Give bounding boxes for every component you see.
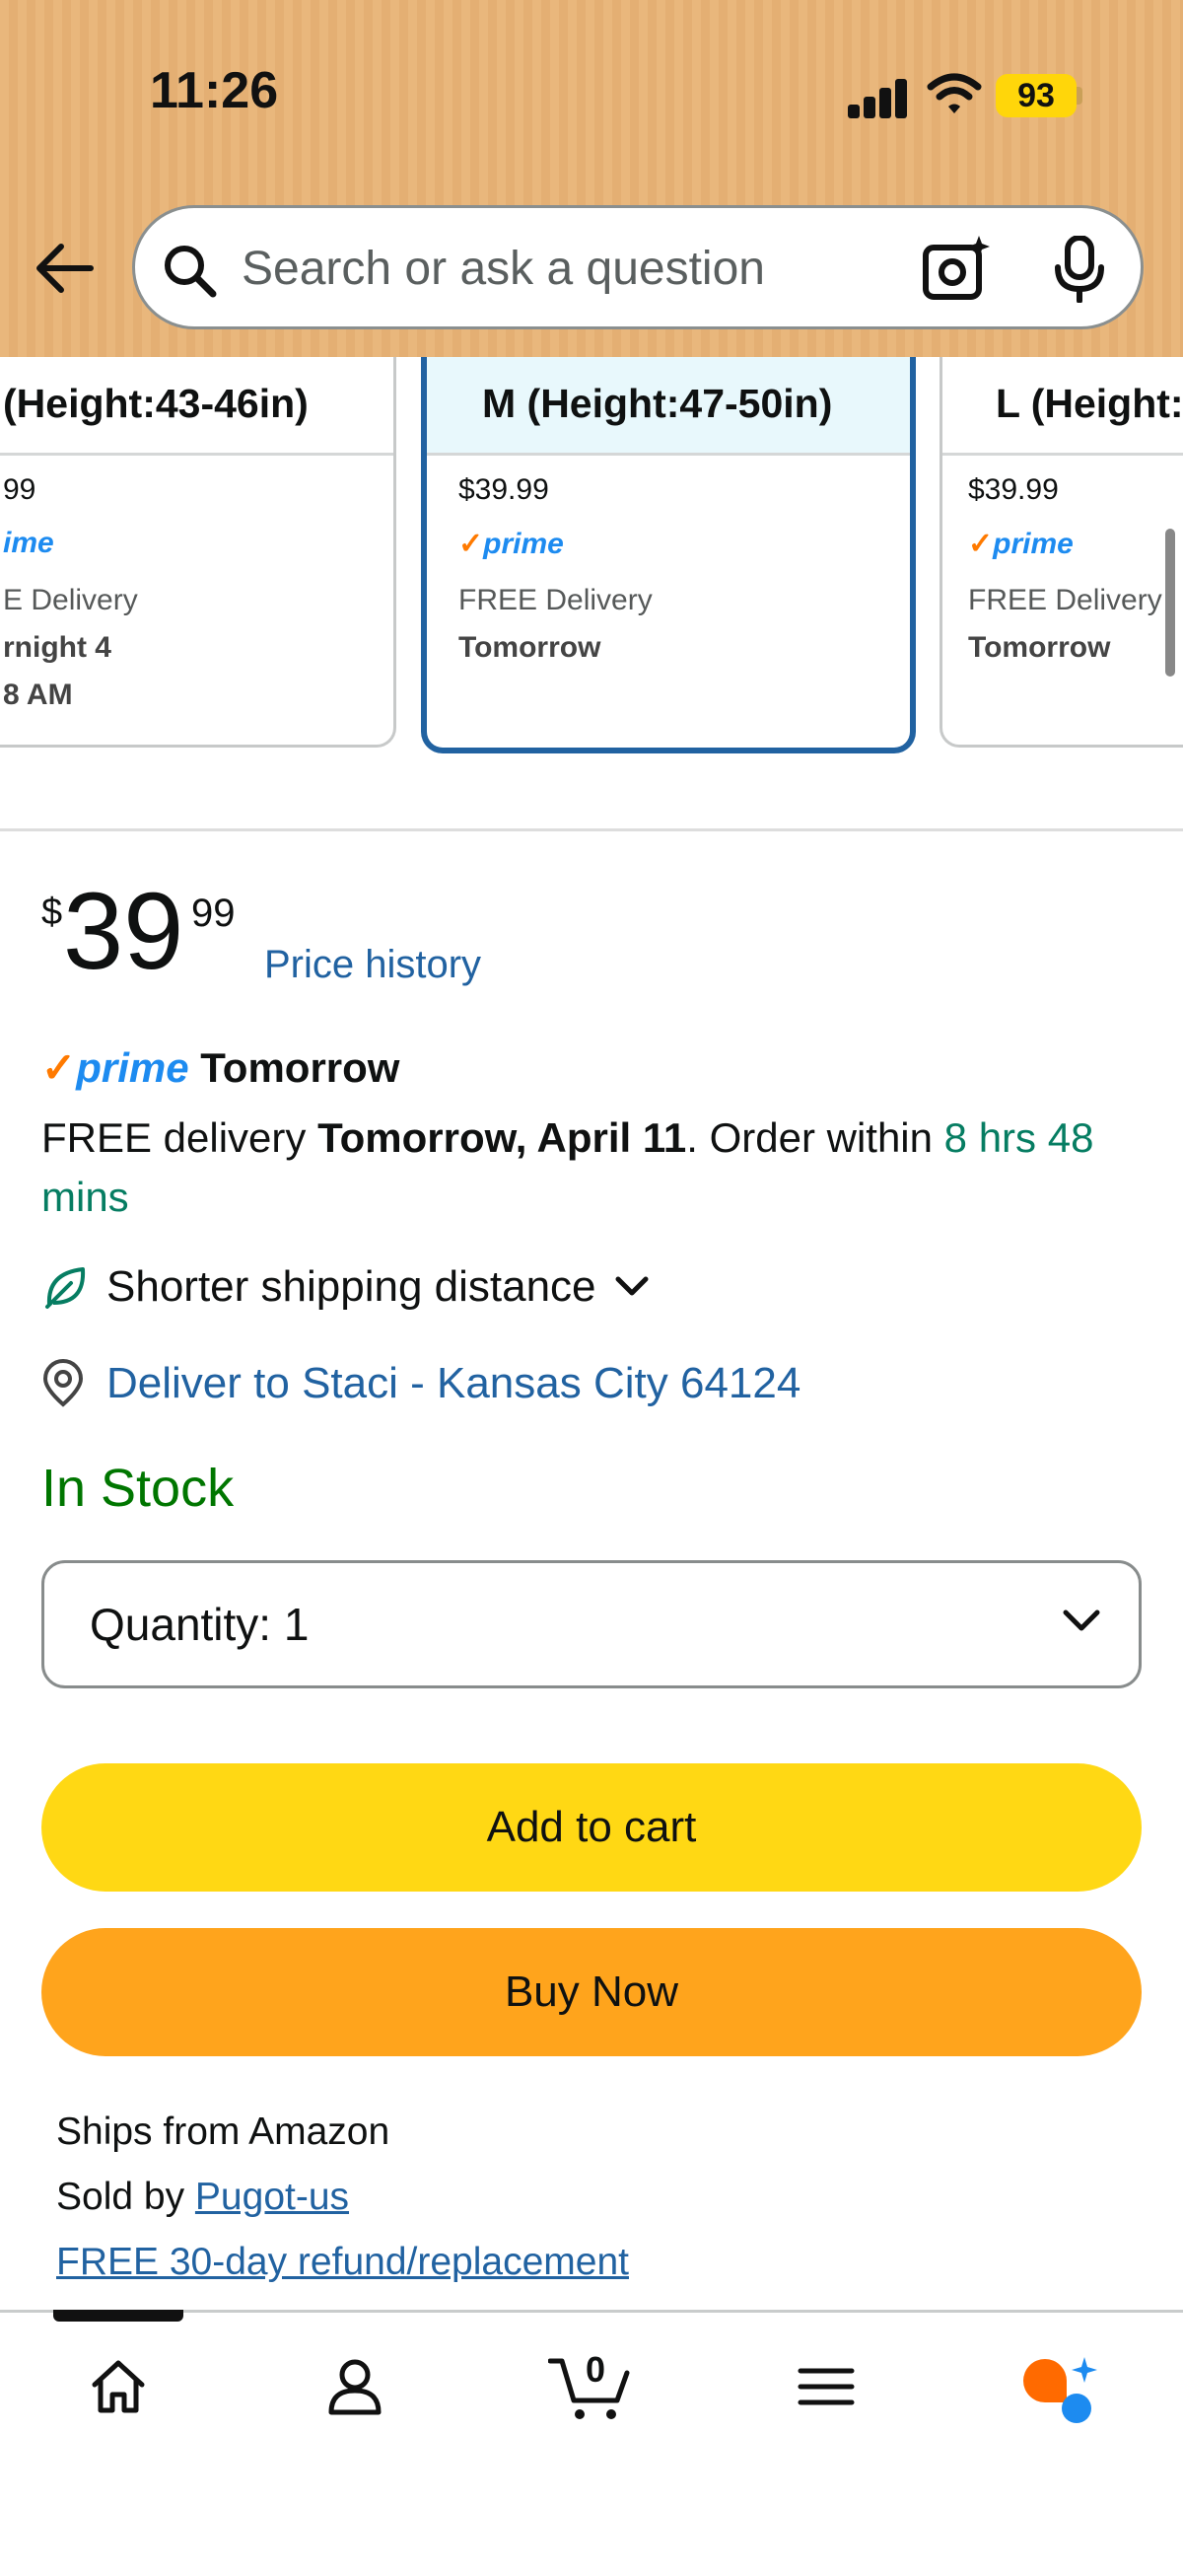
chevron-down-icon xyxy=(1063,1610,1100,1631)
price-currency: $ xyxy=(41,892,63,933)
chevron-down-icon xyxy=(615,1276,649,1296)
battery-tip xyxy=(1077,87,1082,105)
price-fraction: 99 xyxy=(191,892,236,935)
size-option-price: $39.99 xyxy=(458,473,549,506)
refund-policy-link[interactable]: FREE 30-day refund/replacement xyxy=(56,2241,629,2284)
add-to-cart-button[interactable]: Add to cart xyxy=(41,1763,1142,1892)
deliver-to-text: Deliver to Staci - Kansas City 64124 xyxy=(106,1359,801,1407)
prime-badge: ✓prime xyxy=(458,528,564,560)
prime-badge: ✓prime xyxy=(968,528,1074,560)
delivery-time: Tomorrow xyxy=(968,631,1111,664)
size-option-card-m[interactable]: M (Height:47-50in) $39.99 ✓prime FREE De… xyxy=(421,357,916,753)
buy-now-button[interactable]: Buy Now xyxy=(41,1928,1142,2056)
wifi-icon xyxy=(927,73,982,113)
sold-by: Sold by Pugot-us xyxy=(56,2176,350,2218)
delivery-time: Tomorrow xyxy=(458,631,601,664)
size-option-label: L (Height: xyxy=(942,357,1183,456)
account-icon[interactable] xyxy=(323,2355,386,2418)
rufus-icon[interactable] xyxy=(1019,2355,1098,2424)
cellular-signal-icon xyxy=(848,75,911,118)
size-option-card-s[interactable]: (Height:43-46in) 99 ime E Delivery rnigh… xyxy=(0,357,396,748)
quantity-label: Quantity: xyxy=(90,1599,272,1650)
ships-from: Ships from Amazon xyxy=(56,2111,390,2153)
prime-delivery-badge: ✓prime Tomorrow xyxy=(41,1044,400,1091)
size-option-price: 99 xyxy=(3,473,36,506)
delivery-message: FREE delivery Tomorrow, April 11. Order … xyxy=(41,1114,1094,1220)
search-input[interactable] xyxy=(242,232,1010,305)
nav-handle xyxy=(53,2310,183,2322)
stock-status: In Stock xyxy=(41,1459,235,1518)
delivery-label: FREE Delivery xyxy=(968,584,1162,616)
back-arrow-icon[interactable] xyxy=(34,237,97,300)
size-option-price: $39.99 xyxy=(968,473,1059,506)
deliver-to-location[interactable]: Deliver to Staci - Kansas City 64124 xyxy=(41,1359,800,1408)
delivery-label: FREE Delivery xyxy=(458,584,653,616)
location-pin-icon xyxy=(42,1359,84,1407)
delivery-label: E Delivery xyxy=(3,584,138,616)
quantity-select[interactable]: Quantity: 1 xyxy=(41,1560,1142,1688)
home-icon[interactable] xyxy=(87,2355,150,2418)
price-history-link[interactable]: Price history xyxy=(264,943,481,987)
size-option-label: M (Height:47-50in) xyxy=(427,357,910,456)
section-divider xyxy=(0,828,1183,831)
size-option-label: (Height:43-46in) xyxy=(0,357,393,456)
cart-count: 0 xyxy=(586,2349,606,2390)
quantity-value: 1 xyxy=(283,1599,310,1650)
battery-indicator: 93 xyxy=(996,74,1077,117)
search-bar[interactable] xyxy=(132,205,1144,329)
search-icon xyxy=(165,246,217,298)
menu-icon[interactable] xyxy=(797,2355,856,2418)
delivery-time: rnight 4 xyxy=(3,631,111,664)
status-time: 11:26 xyxy=(150,62,279,119)
delivery-time-line2: 8 AM xyxy=(3,679,73,711)
price-whole: 39 xyxy=(63,871,184,992)
size-option-card-l[interactable]: L (Height: $39.99 ✓prime FREE Delivery T… xyxy=(939,357,1183,748)
scrollbar[interactable] xyxy=(1165,529,1175,677)
leaf-icon xyxy=(45,1267,86,1309)
microphone-icon[interactable] xyxy=(1052,236,1107,303)
prime-badge: ime xyxy=(3,527,54,559)
shipping-note: Shorter shipping distance xyxy=(106,1262,596,1311)
camera-lens-icon[interactable] xyxy=(922,234,991,303)
shipping-distance-toggle[interactable]: Shorter shipping distance xyxy=(41,1262,671,1312)
seller-link[interactable]: Pugot-us xyxy=(195,2176,349,2218)
